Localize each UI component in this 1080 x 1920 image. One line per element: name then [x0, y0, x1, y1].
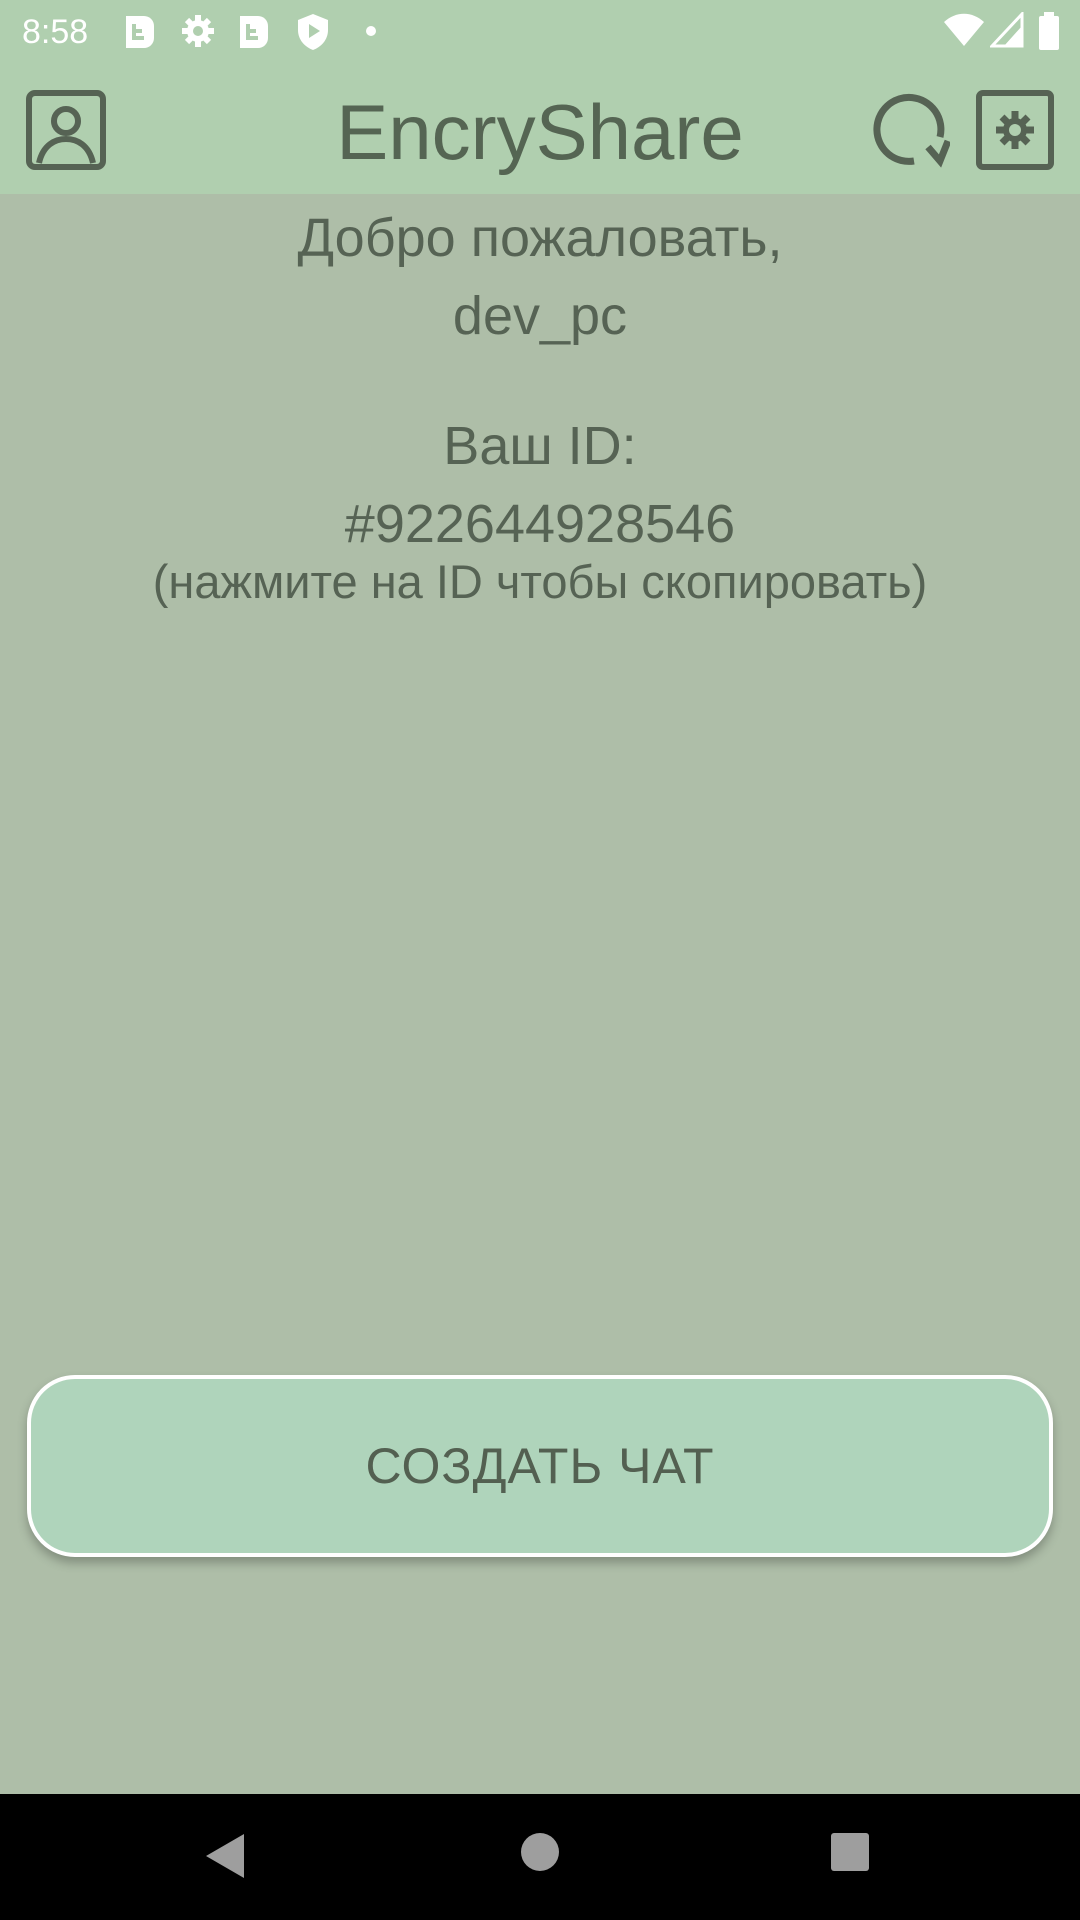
- recents-icon: [831, 1833, 869, 1871]
- home-button[interactable]: [520, 1832, 560, 1872]
- refresh-icon: [873, 93, 952, 168]
- back-button[interactable]: [200, 1830, 250, 1882]
- welcome-text: Добро пожаловать,: [297, 208, 783, 268]
- create-chat-label: СОЗДАТЬ ЧАТ: [365, 1438, 715, 1494]
- battery-icon: [1039, 12, 1059, 50]
- dot-icon: [366, 26, 376, 36]
- app-notification-icon: [240, 16, 268, 48]
- play-protect-icon: [298, 14, 328, 50]
- status-time: 8:58: [22, 13, 89, 51]
- status-bar: 8:58: [0, 0, 1080, 63]
- recents-button[interactable]: [830, 1832, 870, 1872]
- back-icon: [206, 1834, 244, 1878]
- settings-icon: [976, 90, 1054, 170]
- refresh-button[interactable]: [870, 89, 952, 171]
- settings-button[interactable]: [975, 89, 1055, 171]
- username-text: dev_pc: [452, 286, 628, 346]
- signal-icon: [990, 12, 1024, 48]
- main-content: Добро пожаловать, dev_pc Ваш ID: #922644…: [0, 194, 1080, 1794]
- copy-hint: (нажмите на ID чтобы скопировать): [152, 555, 928, 608]
- wifi-icon: [944, 13, 984, 46]
- navigation-bar: [0, 1794, 1080, 1920]
- user-id[interactable]: #922644928546: [0, 492, 1080, 556]
- home-icon: [521, 1833, 559, 1871]
- app-notification-icon: [126, 16, 154, 48]
- create-chat-button[interactable]: СОЗДАТЬ ЧАТ: [27, 1375, 1053, 1557]
- app-bar: EncryShare: [0, 63, 1080, 194]
- settings-notification-icon: [182, 15, 214, 47]
- id-label: Ваш ID:: [443, 416, 637, 476]
